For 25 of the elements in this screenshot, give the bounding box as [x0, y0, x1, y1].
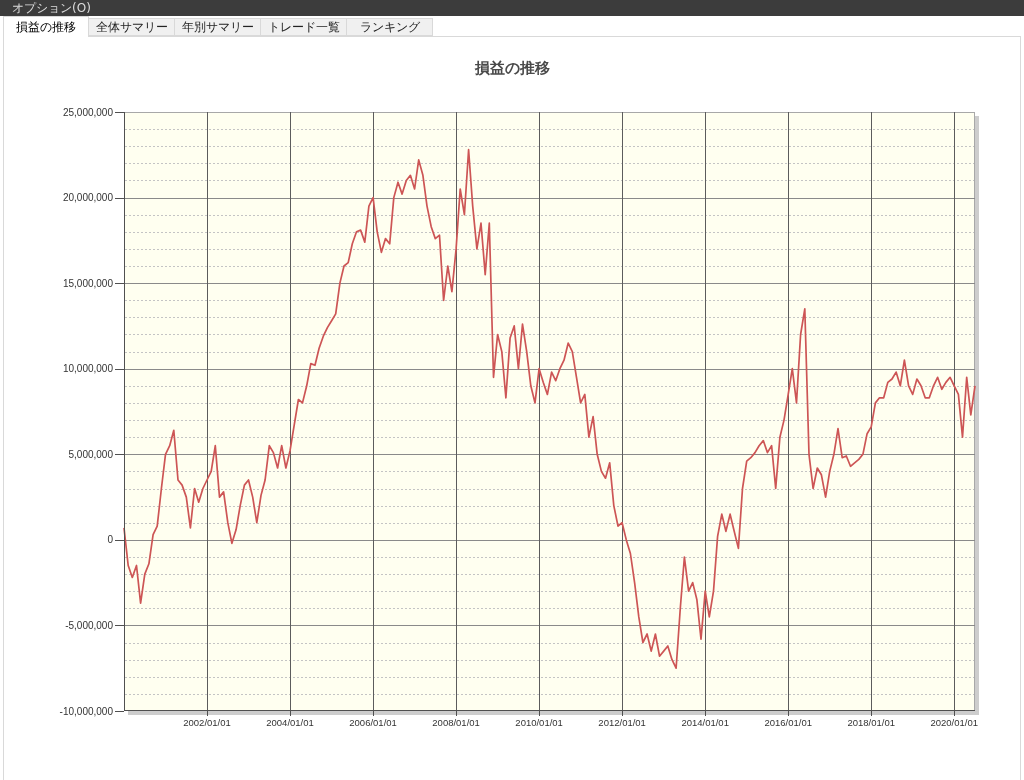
- y-tick-label: 20,000,000: [62, 192, 113, 204]
- menu-item[interactable]: オプション(O): [10, 0, 93, 16]
- tab[interactable]: 年別サマリー: [175, 18, 261, 36]
- x-tick-label: 2016/01/01: [764, 717, 812, 728]
- tab[interactable]: 全体サマリー: [89, 18, 175, 36]
- x-tick-label: 2006/01/01: [349, 717, 397, 728]
- x-tick-label: 2018/01/01: [847, 717, 895, 728]
- x-tick-label: 2002/01/01: [183, 717, 231, 728]
- tab[interactable]: 損益の推移: [3, 16, 89, 37]
- tab[interactable]: トレード一覧: [261, 18, 347, 36]
- x-tick-label: 2012/01/01: [598, 717, 646, 728]
- y-tick-label: 10,000,000: [62, 363, 113, 375]
- y-tick-label: 0: [107, 534, 113, 546]
- y-tick-label: 5,000,000: [68, 448, 113, 460]
- x-tick-label: 2004/01/01: [266, 717, 314, 728]
- y-tick-label: 15,000,000: [62, 277, 113, 289]
- x-tick-label: 2010/01/01: [515, 717, 563, 728]
- tab[interactable]: ランキング: [347, 18, 433, 36]
- x-tick-label: 2014/01/01: [681, 717, 729, 728]
- x-tick-label: 2008/01/01: [432, 717, 480, 728]
- y-tick-label: 25,000,000: [62, 106, 113, 118]
- y-tick-label: -5,000,000: [65, 619, 113, 631]
- chart-title: 損益の推移: [474, 59, 550, 77]
- y-tick-label: -10,000,000: [59, 705, 113, 717]
- x-tick-label: 2020/01/01: [930, 717, 978, 728]
